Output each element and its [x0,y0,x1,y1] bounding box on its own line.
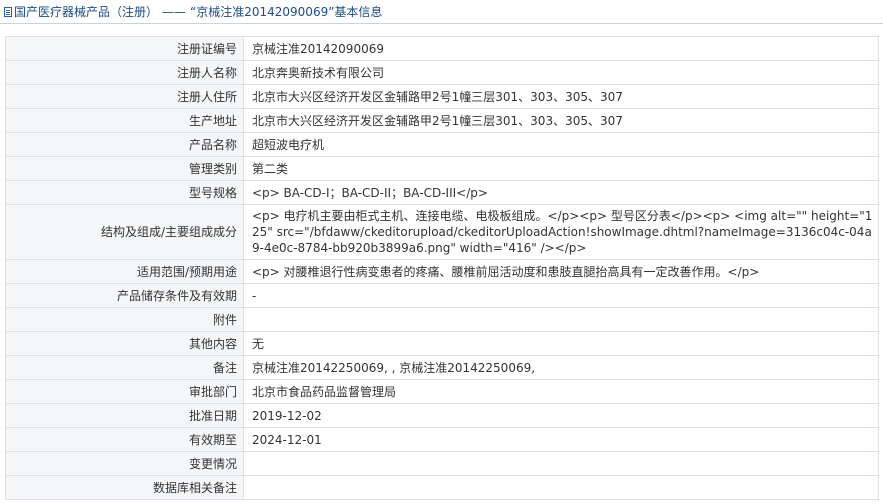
table-row: 注册人名称 北京奔奥新技术有限公司 [5,60,879,85]
breadcrumb-text: 国产医疗器械产品（注册） —— “京械注准20142090069”基本信息 [14,3,382,20]
row-label: 审批部门 [5,379,244,404]
breadcrumb-record: “京械注准20142090069”基本信息 [190,5,383,19]
row-label: 注册人名称 [5,60,244,85]
row-label: 有效期至 [5,427,244,452]
row-label: 附件 [5,307,244,332]
row-label: 型号规格 [5,180,244,205]
row-label: 注册人住所 [5,84,244,109]
breadcrumb-category[interactable]: 国产医疗器械产品（注册） [14,5,158,19]
row-label: 数据库相关备注 [5,475,244,500]
row-value: 北京市大兴区经济开发区金辅路甲2号1幢三层301、303、305、307 [243,84,879,109]
table-row: 附件 [5,307,879,332]
table-row: 变更情况 [5,451,879,476]
row-value: - [243,283,879,308]
row-value: <p> BA-CD-I；BA-CD-II；BA-CD-III</p> [243,180,879,205]
row-value: 京械注准20142090069 [243,36,879,61]
row-label: 产品名称 [5,132,244,157]
row-label: 注册证编号 [5,36,244,61]
row-value: <p> 对腰椎退行性病变患者的疼痛、腰椎前屈活动度和患肢直腿抬高具有一定改善作用… [243,259,879,284]
row-value: 北京市食品药品监督管理局 [243,379,879,404]
table-row: 管理类别 第二类 [5,156,879,181]
table-row: 注册人住所 北京市大兴区经济开发区金辅路甲2号1幢三层301、303、305、30… [5,84,879,109]
row-value: 北京市大兴区经济开发区金辅路甲2号1幢三层301、303、305、307 [243,108,879,133]
row-value: 京械注准20142250069, , 京械注准20142250069, [243,355,879,380]
row-label: 备注 [5,355,244,380]
table-row: 批准日期 2019-12-02 [5,403,879,428]
row-value: 超短波电疗机 [243,132,879,157]
row-value: 无 [243,331,879,356]
row-value: 北京奔奥新技术有限公司 [243,60,879,85]
table-row: 适用范围/预期用途 <p> 对腰椎退行性病变患者的疼痛、腰椎前屈活动度和患肢直腿抬… [5,259,879,284]
row-value: 2024-12-01 [243,427,879,452]
row-label: 批准日期 [5,403,244,428]
row-value [243,307,879,332]
row-value: 2019-12-02 [243,403,879,428]
table-row: 产品名称 超短波电疗机 [5,132,879,157]
row-value [243,475,879,500]
document-icon [4,6,12,17]
table-row: 备注 京械注准20142250069, , 京械注准20142250069, [5,355,879,380]
row-label: 其他内容 [5,331,244,356]
row-value: 第二类 [243,156,879,181]
row-label: 管理类别 [5,156,244,181]
detail-table-container: 注册证编号 京械注准20142090069 注册人名称 北京奔奥新技术有限公司 注册人住… [5,36,879,500]
row-label: 产品储存条件及有效期 [5,283,244,308]
row-label: 适用范围/预期用途 [5,259,244,284]
table-row: 注册证编号 京械注准20142090069 [5,36,879,61]
table-row: 生产地址 北京市大兴区经济开发区金辅路甲2号1幢三层301、303、305、307 [5,108,879,133]
table-row: 有效期至 2024-12-01 [5,427,879,452]
row-label: 结构及组成/主要组成成分 [5,204,244,260]
breadcrumb-separator: —— [162,5,187,19]
row-label: 变更情况 [5,451,244,476]
table-row: 型号规格 <p> BA-CD-I；BA-CD-II；BA-CD-III</p> [5,180,879,205]
breadcrumb: 国产医疗器械产品（注册） —— “京械注准20142090069”基本信息 [0,0,883,24]
row-label: 生产地址 [5,108,244,133]
table-row: 数据库相关备注 [5,475,879,500]
row-value [243,451,879,476]
table-row: 其他内容无 [5,331,879,356]
table-row: 产品储存条件及有效期 - [5,283,879,308]
row-value: <p> 电疗机主要由柜式主机、连接电缆、电极板组成。</p><p> 型号区分表<… [243,204,879,260]
table-row: 结构及组成/主要组成成分 <p> 电疗机主要由柜式主机、连接电缆、电极板组成。</… [5,204,879,260]
table-row: 审批部门 北京市食品药品监督管理局 [5,379,879,404]
detail-table: 注册证编号 京械注准20142090069 注册人名称 北京奔奥新技术有限公司 注册人住… [5,36,879,500]
